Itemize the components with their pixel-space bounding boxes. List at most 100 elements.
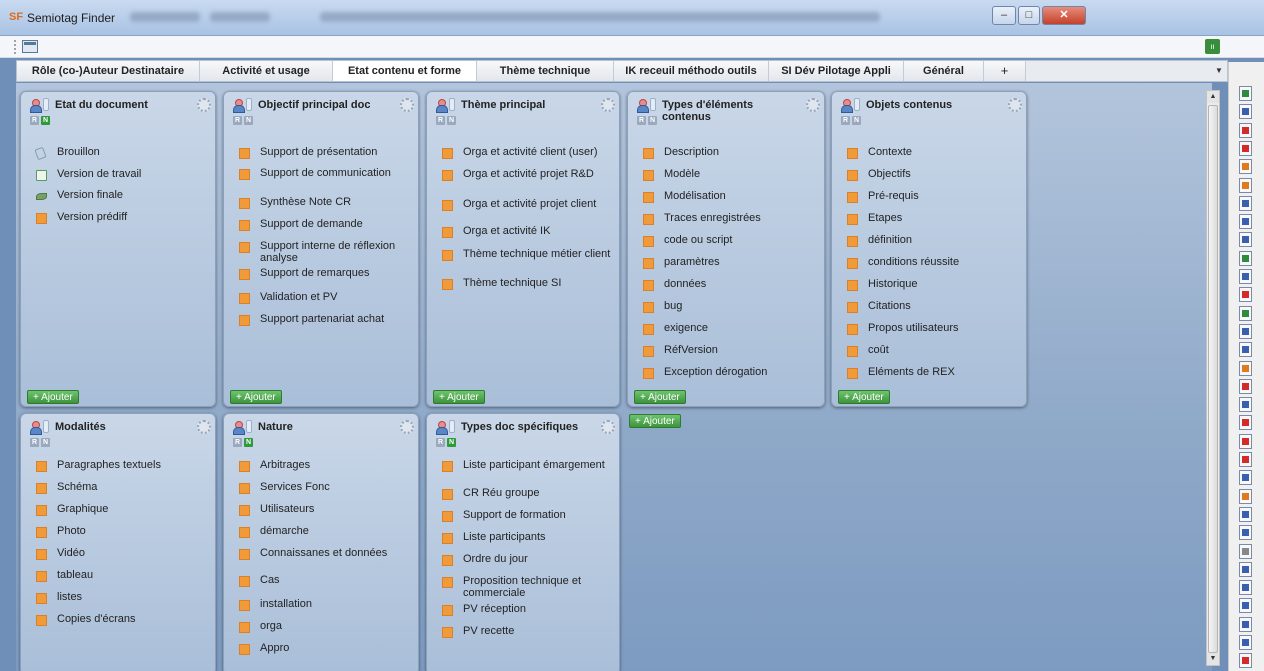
pdf-file-icon[interactable] <box>1239 287 1252 303</box>
pdf-file-icon[interactable] <box>1239 415 1252 431</box>
tab-role-auteur[interactable]: Rôle (co-)Auteur Destinataire <box>17 61 200 81</box>
scroll-up-icon[interactable]: ▲ <box>1207 91 1219 103</box>
gear-icon[interactable] <box>197 420 211 434</box>
generic-file-icon[interactable] <box>1239 543 1252 559</box>
ppt-file-icon[interactable] <box>1239 488 1252 504</box>
user-icon[interactable] <box>436 421 448 435</box>
tab-etat-contenu[interactable]: Etat contenu et forme <box>333 61 477 81</box>
user-icon[interactable] <box>30 99 42 113</box>
pdf-file-icon[interactable] <box>1239 433 1252 449</box>
pdf-file-icon[interactable] <box>1239 378 1252 394</box>
vertical-scrollbar[interactable]: ▲ ▼ <box>1206 90 1220 666</box>
bookmark-icon[interactable] <box>246 420 252 433</box>
add-panel-button[interactable]: + Ajouter <box>629 414 681 428</box>
bookmark-icon[interactable] <box>449 98 455 111</box>
pdf-file-icon[interactable] <box>1239 452 1252 467</box>
ppt-file-icon[interactable] <box>1239 159 1252 175</box>
user-icon[interactable] <box>637 99 649 113</box>
gear-icon[interactable] <box>806 98 820 112</box>
n-badge[interactable]: N <box>244 438 253 447</box>
gear-icon[interactable] <box>400 420 414 434</box>
word-file-icon[interactable] <box>1239 104 1252 120</box>
add-button[interactable]: + Ajouter <box>634 390 686 404</box>
word-file-icon[interactable] <box>1239 506 1252 522</box>
add-button[interactable]: + Ajouter <box>433 390 485 404</box>
bookmark-icon[interactable] <box>246 98 252 111</box>
tab-theme-technique[interactable]: Thème technique <box>477 61 614 81</box>
ppt-file-icon[interactable] <box>1239 360 1252 376</box>
window-icon[interactable] <box>22 40 38 53</box>
pdf-file-icon[interactable] <box>1239 653 1252 669</box>
r-badge[interactable]: R <box>637 116 646 125</box>
add-tab-button[interactable]: + <box>984 61 1026 81</box>
word-file-icon[interactable] <box>1239 616 1252 632</box>
word-file-icon[interactable] <box>1239 397 1252 413</box>
r-badge[interactable]: R <box>436 438 445 447</box>
list-item-label: paramètres <box>664 256 720 268</box>
word-file-icon[interactable] <box>1239 598 1252 614</box>
n-badge[interactable]: N <box>244 116 253 125</box>
add-button[interactable]: + Ajouter <box>230 390 282 404</box>
maximize-button[interactable]: □ <box>1018 6 1040 25</box>
gear-icon[interactable] <box>1008 98 1022 112</box>
word-file-icon[interactable] <box>1239 470 1252 486</box>
user-icon[interactable] <box>233 421 245 435</box>
r-badge[interactable]: R <box>233 116 242 125</box>
word-file-icon[interactable] <box>1239 195 1252 211</box>
scroll-thumb[interactable] <box>1208 105 1218 653</box>
chevron-down-icon[interactable]: ▼ <box>1211 61 1227 81</box>
tab-activite-usage[interactable]: Activité et usage <box>200 61 333 81</box>
bookmark-icon[interactable] <box>43 98 49 111</box>
word-file-icon[interactable] <box>1239 232 1252 248</box>
gear-icon[interactable] <box>400 98 414 112</box>
word-file-icon[interactable] <box>1239 525 1252 541</box>
word-file-icon[interactable] <box>1239 269 1252 284</box>
scroll-down-icon[interactable]: ▼ <box>1207 653 1219 665</box>
word-file-icon[interactable] <box>1239 561 1252 577</box>
gear-icon[interactable] <box>197 98 211 112</box>
gear-icon[interactable] <box>601 420 615 434</box>
tab-ik-receuil[interactable]: IK receuil méthodo outils <box>614 61 769 81</box>
bookmark-icon[interactable] <box>43 420 49 433</box>
gear-icon[interactable] <box>601 98 615 112</box>
ppt-file-icon[interactable] <box>1239 177 1252 193</box>
r-badge[interactable]: R <box>30 116 39 125</box>
n-badge[interactable]: N <box>41 438 50 447</box>
word-file-icon[interactable] <box>1239 323 1252 339</box>
green-tool-icon[interactable]: ıı <box>1205 39 1220 54</box>
word-file-icon[interactable] <box>1239 580 1252 596</box>
bookmark-icon[interactable] <box>854 98 860 111</box>
user-icon[interactable] <box>30 421 42 435</box>
bookmark-icon[interactable] <box>650 98 656 111</box>
r-badge[interactable]: R <box>233 438 242 447</box>
tab-general[interactable]: Général <box>904 61 984 81</box>
user-icon[interactable] <box>233 99 245 113</box>
word-file-icon[interactable] <box>1239 635 1252 650</box>
user-icon[interactable] <box>841 99 853 113</box>
bookmark-icon[interactable] <box>449 420 455 433</box>
r-badge[interactable]: R <box>30 438 39 447</box>
user-icon[interactable] <box>436 99 448 113</box>
n-badge[interactable]: N <box>447 438 456 447</box>
r-badge[interactable]: R <box>436 116 445 125</box>
pdf-file-icon[interactable] <box>1239 140 1252 156</box>
minimize-button[interactable]: – <box>992 6 1016 25</box>
n-badge[interactable]: N <box>41 116 50 125</box>
pdf-file-icon[interactable] <box>1239 122 1252 138</box>
n-badge[interactable]: N <box>852 116 861 125</box>
excel-file-icon[interactable] <box>1239 250 1252 266</box>
close-button[interactable]: ✕ <box>1042 6 1086 25</box>
tab-si-dev[interactable]: SI Dév Pilotage Appli <box>769 61 904 81</box>
add-button[interactable]: + Ajouter <box>838 390 890 404</box>
r-badge[interactable]: R <box>841 116 850 125</box>
n-badge[interactable]: N <box>447 116 456 125</box>
list-item-label: Synthèse Note CR <box>260 196 352 208</box>
excel-file-icon[interactable] <box>1239 305 1252 321</box>
n-badge[interactable]: N <box>648 116 657 125</box>
word-file-icon[interactable] <box>1239 214 1252 230</box>
grip-handle[interactable] <box>14 40 16 54</box>
word-file-icon[interactable] <box>1239 342 1252 358</box>
add-button[interactable]: + Ajouter <box>27 390 79 404</box>
excel-file-icon[interactable] <box>1239 86 1252 101</box>
tag-square-icon <box>239 644 250 655</box>
